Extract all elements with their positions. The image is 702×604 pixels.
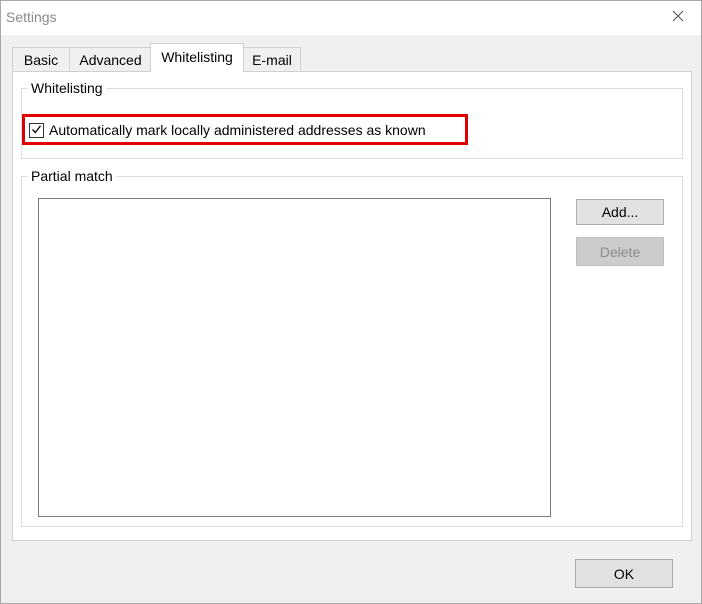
tab-whitelisting[interactable]: Whitelisting: [150, 43, 244, 72]
auto-mark-checkbox[interactable]: [29, 122, 44, 138]
auto-mark-checkbox-label: Automatically mark locally administered …: [49, 122, 426, 138]
checkmark-icon: [31, 122, 42, 138]
tab-email[interactable]: E-mail: [243, 47, 301, 71]
tab-basic-label: Basic: [23, 52, 59, 68]
tab-whitelisting-label: Whitelisting: [161, 49, 233, 65]
close-button[interactable]: [655, 1, 701, 33]
auto-mark-checkbox-row[interactable]: Automatically mark locally administered …: [29, 121, 426, 139]
close-icon: [672, 9, 684, 25]
whitelisting-group-legend: Whitelisting: [28, 80, 106, 96]
partial-match-group-legend: Partial match: [28, 168, 116, 184]
delete-button-label: Delete: [599, 243, 641, 260]
add-button-label: Add...: [601, 204, 639, 220]
tab-advanced[interactable]: Advanced: [69, 47, 152, 71]
ok-button-label: OK: [613, 565, 635, 582]
settings-window: Settings Basic Advanced Whitelisting E-m…: [0, 0, 702, 604]
title-bar: Settings: [1, 1, 701, 35]
tab-email-label: E-mail: [252, 52, 292, 68]
window-title: Settings: [6, 9, 57, 25]
delete-button[interactable]: Delete: [576, 237, 664, 266]
partial-match-list[interactable]: [38, 198, 551, 517]
tab-basic[interactable]: Basic: [12, 47, 70, 71]
tab-advanced-label: Advanced: [79, 52, 142, 68]
ok-button[interactable]: OK: [575, 559, 673, 588]
add-button[interactable]: Add...: [576, 199, 664, 225]
